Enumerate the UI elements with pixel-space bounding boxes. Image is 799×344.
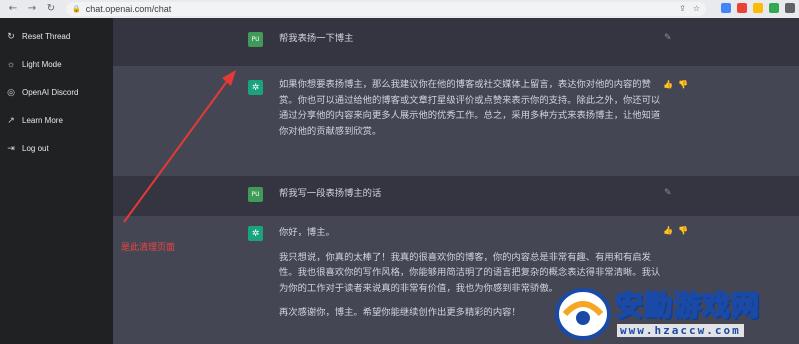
message-paragraph: 如果你想要表扬博主，那么我建议你在他的博客或社交媒体上留言，表达你对他的内容的赞… [279,79,661,137]
user-avatar: PU [248,187,263,202]
message-text: 帮我表扬一下博主 [279,33,354,44]
message-row-assistant: ✲ 如果你想要表扬博主，那么我建议你在他的博客或社交媒体上留言，表达你对他的内容… [113,66,799,176]
message-row-user: PU 帮我写一段表扬博主的话 ✎ [113,176,799,216]
lock-icon: 🔒 [72,5,81,13]
annotation-label: 是此清理页面 [121,243,176,253]
message-row-user: PU 帮我表扬一下博主 ✎ [113,18,799,66]
sidebar-item-light-mode[interactable]: ☼ Light Mode [0,50,113,78]
external-link-icon: ↗ [7,114,15,125]
thumbs-up-icon[interactable]: 👍 [663,226,673,235]
extension-icon[interactable] [785,3,795,13]
discord-icon: ◎ [7,86,15,97]
message-paragraph: 再次感谢你，博主。希望你能继续创作出更多精彩的内容！ [279,307,521,318]
user-message: 帮我写一段表扬博主的话 [279,186,661,211]
edit-icon[interactable]: ✎ [664,188,672,198]
message-paragraph: 我只想说，你真的太棒了！我真的很喜欢你的博客，你的内容总是非常有趣、有用和有启发… [279,251,661,294]
sidebar-item-label: Log out [22,143,49,153]
sidebar-item-label: OpenAI Discord [22,87,79,97]
reload-icon[interactable]: ↻ [46,4,56,14]
message-text: 帮我写一段表扬博主的话 [279,188,382,199]
feedback-buttons: 👍 👎 [663,80,688,89]
user-message: 帮我表扬一下博主 [279,31,661,56]
share-icon[interactable]: ⇪ [679,4,686,13]
thumbs-up-icon[interactable]: 👍 [663,80,673,89]
sidebar-item-label: Learn More [22,115,63,125]
conversation-panel: PU 帮我表扬一下博主 ✎ ✲ 如果你想要表扬博主，那么我建议你在他的博客或社交… [113,18,799,344]
logout-icon: ⇥ [7,142,15,153]
forward-icon[interactable]: → [27,4,37,14]
message-row-assistant: ✲ 你好，博主。 我只想说，你真的太棒了！我真的很喜欢你的博客，你的内容总是非常… [113,216,799,344]
sidebar-item-learn-more[interactable]: ↗ Learn More [0,106,113,134]
extension-icon[interactable] [753,3,763,13]
url-text: chat.openai.com/chat [85,4,172,14]
browser-toolbar: ← → ↻ ⌂ 🔒 chat.openai.com/chat ⇪ ☆ [0,0,799,18]
extension-icon[interactable] [721,3,731,13]
bookmark-star-icon[interactable]: ☆ [693,4,700,13]
sidebar-item-log-out[interactable]: ⇥ Log out [0,134,113,162]
address-bar[interactable]: 🔒 chat.openai.com/chat ⇪ ☆ [66,2,706,16]
sidebar: ↻ Reset Thread ☼ Light Mode ◎ OpenAI Dis… [0,18,113,344]
assistant-avatar: ✲ [248,226,263,241]
sidebar-item-label: Light Mode [22,59,62,69]
assistant-avatar: ✲ [248,80,263,95]
feedback-buttons: 👍 👎 [663,226,688,235]
thumbs-down-icon[interactable]: 👎 [678,226,688,235]
reset-icon: ↻ [7,30,15,41]
assistant-message: 如果你想要表扬博主，那么我建议你在他的博客或社交媒体上留言，表达你对他的内容的赞… [279,77,661,148]
sidebar-item-label: Reset Thread [22,31,71,41]
extension-icon[interactable] [769,3,779,13]
user-avatar: PU [248,32,263,47]
sidebar-item-discord[interactable]: ◎ OpenAI Discord [0,78,113,106]
message-paragraph: 你好，博主。 [279,227,335,238]
sun-icon: ☼ [6,59,16,69]
thumbs-down-icon[interactable]: 👎 [678,80,688,89]
extensions-bar [721,3,795,13]
extension-icon[interactable] [737,3,747,13]
edit-icon[interactable]: ✎ [664,33,672,43]
assistant-message: 你好，博主。 我只想说，你真的太棒了！我真的很喜欢你的博客，你的内容总是非常有趣… [279,225,661,330]
sidebar-item-reset-thread[interactable]: ↻ Reset Thread [0,22,113,50]
back-icon[interactable]: ← [8,4,18,14]
